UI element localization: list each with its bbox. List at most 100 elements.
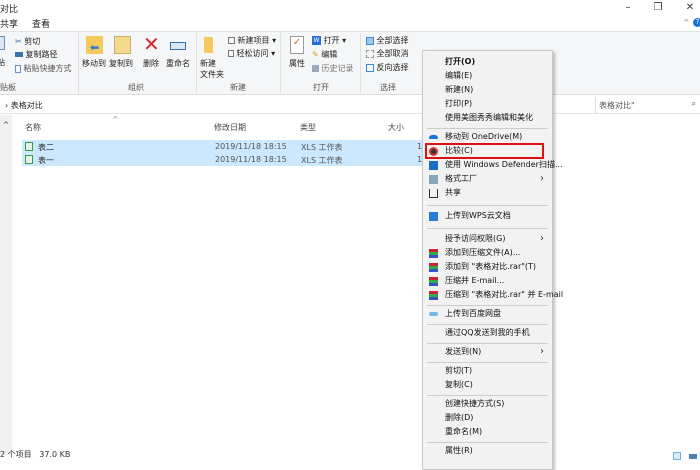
chevron-right-icon: ›: [5, 101, 9, 110]
edit-button[interactable]: ✎ 编辑: [312, 49, 337, 60]
menu-separator: [423, 223, 552, 232]
copy-path-button[interactable]: 复制路径: [15, 49, 58, 60]
collapse-ribbon-button[interactable]: ^: [683, 18, 690, 27]
edit-label: 编辑: [321, 50, 338, 59]
history-button[interactable]: 历史记录: [312, 63, 354, 74]
menu-label: 通过QQ发送到我的手机: [445, 328, 530, 337]
onedrive-icon: [429, 135, 438, 139]
minimize-button[interactable]: –: [618, 2, 638, 13]
paste-shortcut-icon: [15, 64, 21, 73]
xls-file-icon: [25, 155, 33, 164]
menu-item-add-rar[interactable]: 添加到 "表格对比.rar"(T): [423, 260, 552, 274]
menu-item-properties[interactable]: 属性(R): [423, 444, 552, 458]
delete-button[interactable]: 删除: [143, 58, 159, 69]
menu-item-wps-cloud[interactable]: 上传到WPS云文档: [423, 209, 552, 223]
menu-item-onedrive[interactable]: 移动到 OneDrive(M): [423, 130, 552, 144]
menu-item-format-factory[interactable]: 格式工厂 ›: [423, 172, 552, 186]
file-row[interactable]: 表二 2019/11/18 18:15 XLS 工作表 1: [22, 140, 432, 153]
menu-label: 移动到 OneDrive(M): [445, 132, 523, 141]
menu-item-compare[interactable]: 比较(C): [425, 143, 544, 159]
select-none-button[interactable]: 全部取消: [366, 48, 409, 59]
menu-item-share[interactable]: 共享: [423, 186, 552, 200]
file-type: XLS 工作表: [301, 143, 343, 152]
menu-item-baidu[interactable]: 上传到百度网盘: [423, 307, 552, 321]
defender-shield-icon: [429, 161, 438, 170]
file-date: 2019/11/18 18:15: [215, 155, 287, 164]
menu-item-defender[interactable]: 使用 Windows Defender扫描...: [423, 158, 563, 172]
menu-item-create-shortcut[interactable]: 创建快捷方式(S): [423, 397, 552, 411]
menu-item-compress-rar-email[interactable]: 压缩到 "表格对比.rar" 并 E-mail: [423, 288, 563, 302]
select-none-label: 全部取消: [376, 49, 409, 58]
search-input[interactable]: 表格对比" ⌕: [595, 97, 700, 114]
breadcrumb[interactable]: 表格对比: [11, 101, 43, 110]
menu-item-copy[interactable]: 复制(C): [423, 378, 552, 392]
wps-cloud-icon: [429, 212, 438, 221]
easy-access-button[interactable]: 轻松访问 ▾: [228, 48, 275, 59]
column-header-type[interactable]: 类型: [300, 122, 316, 133]
menu-item-compress-email[interactable]: 压缩并 E-mail...: [423, 274, 552, 288]
copy-to-button[interactable]: 复制到: [109, 58, 133, 69]
format-factory-icon: [429, 175, 438, 184]
new-item-button[interactable]: 新建项目 ▾: [228, 35, 276, 46]
tab-share[interactable]: 共享: [0, 17, 18, 30]
menu-separator: [423, 200, 552, 209]
menu-item-meitu[interactable]: 使用美图秀秀编辑和美化: [423, 111, 552, 125]
menu-label: 新建(N): [445, 85, 474, 94]
paste-shortcut-button[interactable]: 粘贴快捷方式: [15, 63, 72, 74]
file-type: XLS 工作表: [301, 156, 343, 165]
menu-label: 上传到百度网盘: [445, 309, 501, 318]
menu-label: 删除(D): [445, 413, 474, 422]
close-button[interactable]: ✕: [680, 2, 700, 13]
navigation-pane-scrollbar[interactable]: ^: [0, 115, 12, 455]
xls-file-icon: [25, 142, 33, 151]
rename-button[interactable]: 重命名: [166, 58, 190, 69]
select-all-button[interactable]: 全部选择: [366, 35, 409, 46]
menu-item-add-archive[interactable]: 添加到压缩文件(A)...: [423, 246, 552, 260]
file-name: 表一: [38, 156, 54, 165]
open-button[interactable]: W 打开 ▾: [312, 35, 346, 46]
restore-button[interactable]: ❐: [648, 2, 668, 13]
group-label-clipboard: 贴板: [0, 83, 16, 92]
invert-selection-icon: [366, 63, 374, 72]
menu-label: 授予访问权限(G): [445, 234, 506, 243]
details-view-icon[interactable]: [673, 452, 681, 460]
menu-label: 添加到 "表格对比.rar"(T): [445, 262, 537, 271]
file-name: 表二: [38, 143, 54, 152]
tab-view[interactable]: 查看: [32, 17, 50, 30]
menu-item-rename[interactable]: 重命名(M): [423, 425, 552, 439]
cut-button[interactable]: ✂ 剪切: [15, 36, 40, 47]
menu-item-delete[interactable]: 删除(D): [423, 411, 552, 425]
winrar-icon: [429, 277, 438, 286]
share-icon: [429, 189, 438, 198]
menu-item-edit[interactable]: 编辑(E): [423, 69, 552, 83]
menu-item-cut[interactable]: 剪切(T): [423, 364, 552, 378]
cut-label: 剪切: [24, 37, 41, 46]
file-row[interactable]: 表一 2019/11/18 18:15 XLS 工作表 1: [22, 153, 432, 166]
help-icon[interactable]: ?: [693, 18, 700, 27]
paste-button[interactable]: 贴: [0, 57, 5, 68]
column-header-date[interactable]: 修改日期: [214, 122, 246, 133]
menu-label: 格式工厂: [445, 174, 477, 183]
scroll-up-icon: ^: [3, 121, 9, 129]
menu-item-qq-send[interactable]: 通过QQ发送到我的手机: [423, 326, 552, 340]
column-header-size[interactable]: 大小: [388, 122, 404, 133]
chevron-right-icon: ›: [540, 346, 544, 357]
winrar-icon: [429, 263, 438, 272]
invert-selection-button[interactable]: 反向选择: [366, 62, 409, 73]
column-header-name[interactable]: 名称: [25, 122, 41, 133]
menu-item-open[interactable]: 打开(O): [423, 55, 552, 69]
large-icons-view-icon[interactable]: [689, 454, 697, 459]
menu-item-grant-access[interactable]: 授予访问权限(G) ›: [423, 232, 552, 246]
menu-item-send-to[interactable]: 发送到(N) ›: [423, 345, 552, 359]
paste-shortcut-label: 粘贴快捷方式: [23, 64, 72, 73]
new-folder-button[interactable]: 新建 文件夹: [200, 58, 224, 80]
copy-path-label: 复制路径: [25, 50, 58, 59]
menu-label: 共享: [445, 188, 461, 197]
move-to-button[interactable]: 移动到: [82, 58, 106, 69]
group-divider: [360, 33, 361, 93]
group-label-organize: 组织: [128, 83, 144, 92]
properties-button[interactable]: 属性: [289, 58, 305, 69]
new-item-icon: [228, 37, 235, 44]
menu-item-print[interactable]: 打印(P): [423, 97, 552, 111]
menu-item-new[interactable]: 新建(N): [423, 83, 552, 97]
